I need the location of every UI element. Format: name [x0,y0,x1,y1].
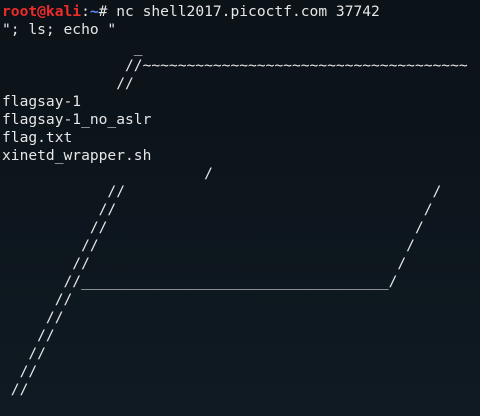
output-line: flag.txt [2,129,73,146]
output-line: // / [2,219,424,236]
output-line: // [2,309,64,326]
output-line: // [2,363,38,380]
output-line: flagsay-1 [2,93,82,110]
output-line: // [2,381,29,398]
output-line: //___________________________________/ [2,273,398,290]
command-line: root@kali:~# nc shell2017.picoctf.com 37… [2,3,480,21]
output-line: flagsay-1_no_aslr [2,111,152,128]
prompt-symbol: # [98,3,117,20]
prompt-path: ~ [89,3,99,20]
output-line: // [2,75,134,92]
output-line: // / [2,237,415,254]
output-line: //~~~~~~~~~~~~~~~~~~~~~~~~~~~~~~~~~~~~~ [2,57,468,74]
output-line: / [2,165,213,182]
output-line: "; ls; echo " [2,21,117,38]
output-line: // / [2,201,433,218]
terminal-window[interactable]: root@kali:~# nc shell2017.picoctf.com 37… [0,0,480,416]
output-line: xinetd_wrapper.sh [2,147,152,164]
output-line: // [2,327,55,344]
command-text: nc shell2017.picoctf.com 37742 [116,3,380,20]
output-line: // / [2,183,442,200]
output-line: // [2,291,73,308]
output-line: // / [2,255,407,272]
prompt-user-host: root@kali [2,3,82,20]
prompt-separator: : [81,3,90,20]
output-line: // [2,345,46,362]
output-line: _ [2,39,143,56]
